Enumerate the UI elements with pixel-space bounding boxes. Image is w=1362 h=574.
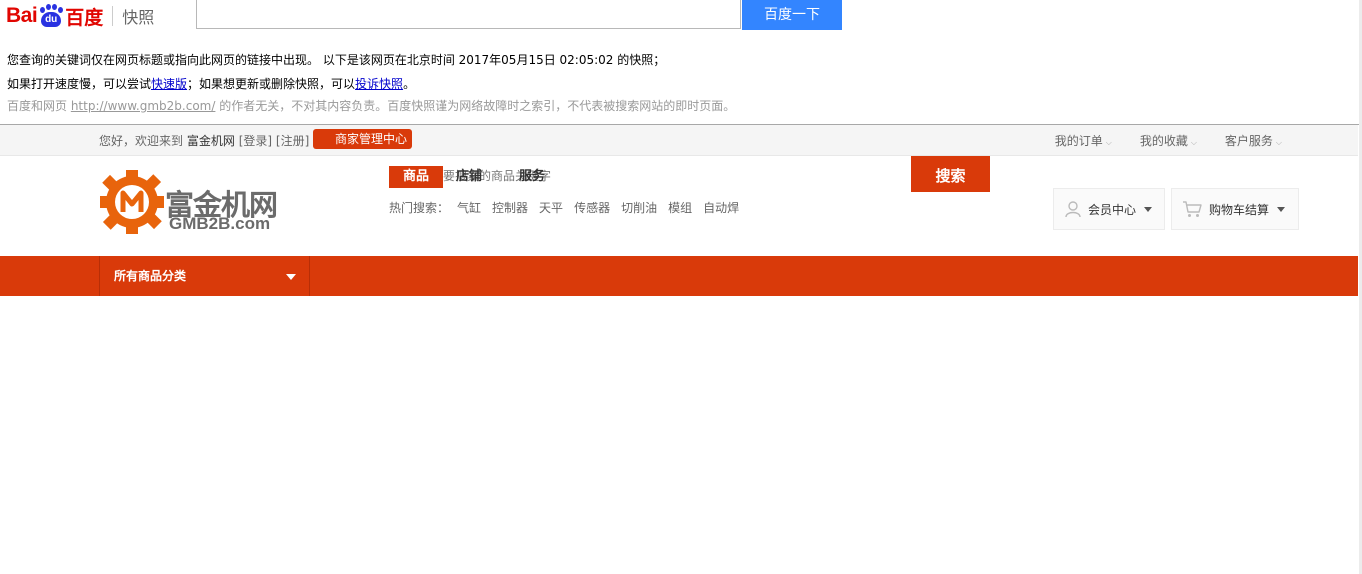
my-orders-label: 我的订单 <box>1054 134 1103 148</box>
complain-snapshot-link[interactable]: 投诉快照 <box>355 77 403 91</box>
baidu-search-input[interactable] <box>196 0 741 29</box>
hot-keyword[interactable]: 传感器 <box>574 199 610 216</box>
baidu-paw-icon: du <box>38 4 64 28</box>
speed-tip-prefix: 如果打开速度慢，可以尝试 <box>7 77 152 91</box>
my-favorites-link[interactable]: 我的收藏 ⌵ <box>1140 132 1197 149</box>
member-center-button[interactable]: 会员中心 <box>1053 188 1165 230</box>
caret-down-icon <box>1277 206 1286 212</box>
snapshot-label: 快照 <box>122 8 155 27</box>
site-topbar: 您好，欢迎来到 富金机网 [登录] [注册] 商家管理中心 我的订单 ⌵ 我的收藏… <box>0 125 1358 156</box>
cart-icon <box>1183 201 1202 217</box>
search-tab-service[interactable]: 服务 <box>519 166 545 188</box>
disclaimer-suffix: 的作者无关，不对其内容负责。百度快照谨为网络故障时之索引，不代表被搜索网站的即时… <box>215 99 736 113</box>
fast-version-link[interactable]: 快速版 <box>151 77 187 91</box>
my-orders-link[interactable]: 我的订单 ⌵ <box>1055 132 1112 149</box>
baidu-logo-text: Bai <box>6 4 38 27</box>
speed-tip-line: 如果打开速度慢，可以尝试快速版；如果想更新或删除快照，可以投诉快照。 <box>7 75 415 92</box>
site-header: 富金机网 GMB2B.com 商品 店铺 服务 搜索 热门搜索： 气缸 控制器 … <box>0 156 1358 256</box>
merchant-center-button[interactable]: 商家管理中心 <box>313 129 412 149</box>
customer-service-label: 客户服务 <box>1224 134 1273 148</box>
search-input[interactable] <box>443 165 911 187</box>
hot-keyword[interactable]: 控制器 <box>492 199 528 216</box>
gear-logo-icon <box>100 170 164 234</box>
hot-keyword[interactable]: 自动焊 <box>703 199 739 216</box>
cart-label: 购物车结算 <box>1209 202 1270 217</box>
welcome-bar: 您好，欢迎来到 富金机网 [登录] [注册] <box>99 132 309 149</box>
caret-down-icon <box>1144 206 1153 212</box>
logo-en-text: GMB2B.com <box>169 214 271 233</box>
hot-search-label: 热门搜索： <box>389 201 450 215</box>
hot-search: 热门搜索： 气缸 控制器 天平 传感器 切削油 模组 自动焊 <box>389 199 739 216</box>
baidu-logo-cn: 百度 <box>65 6 104 29</box>
hot-keyword[interactable]: 模组 <box>668 199 692 216</box>
site-name-link[interactable]: 富金机网 <box>187 134 235 148</box>
caret-down-icon <box>286 274 296 280</box>
chevron-down-icon: ⌵ <box>1105 138 1112 147</box>
member-center-label: 会员中心 <box>1088 202 1137 217</box>
register-link[interactable]: [注册] <box>276 134 309 148</box>
gmb2b-logo[interactable]: 富金机网 GMB2B.com <box>99 166 309 238</box>
chevron-down-icon: ⌵ <box>1275 138 1282 147</box>
all-categories-label: 所有商品分类 <box>114 269 187 283</box>
search-tab-goods[interactable]: 商品 <box>389 166 443 188</box>
greeting-text: 您好，欢迎来到 <box>99 134 184 148</box>
cart-checkout-button[interactable]: 购物车结算 <box>1171 188 1299 230</box>
baidu-snapshot-header: Bai du 百度 快照 百度一下 您查询的关键词仅在网页标题或指向此网页的链接… <box>0 0 1362 124</box>
speed-tip-middle: ；如果想更新或删除快照，可以 <box>187 77 356 91</box>
user-icon <box>1065 201 1081 218</box>
baidu-search-button[interactable]: 百度一下 <box>742 0 842 30</box>
login-link[interactable]: [登录] <box>239 134 272 148</box>
disclaimer-prefix: 百度和网页 <box>7 99 71 113</box>
all-categories-dropdown[interactable]: 所有商品分类 <box>99 256 310 296</box>
chevron-down-icon: ⌵ <box>1190 138 1197 147</box>
hot-keyword[interactable]: 切削油 <box>621 199 657 216</box>
search-button[interactable]: 搜索 <box>911 156 990 192</box>
snapshot-notice-line: 您查询的关键词仅在网页标题或指向此网页的链接中出现。 以下是该网页在北京时间 2… <box>7 53 666 67</box>
disclaimer-line: 百度和网页 http://www.gmb2b.com/ 的作者无关，不对其内容负… <box>7 97 735 114</box>
source-url-link[interactable]: http://www.gmb2b.com/ <box>71 99 216 113</box>
logo-divider <box>112 6 114 26</box>
topbar-right-links: 我的订单 ⌵ 我的收藏 ⌵ 客户服务 ⌵ <box>1055 132 1282 149</box>
hot-keyword[interactable]: 气缸 <box>457 199 481 216</box>
speed-tip-suffix: 。 <box>403 77 416 91</box>
baidu-paw-text: du <box>41 12 62 27</box>
category-nav-bar: 所有商品分类 <box>0 256 1358 296</box>
baidu-logo[interactable]: Bai du 百度 快照 <box>6 3 154 29</box>
hot-keyword[interactable]: 天平 <box>539 199 563 216</box>
search-tab-shop[interactable]: 店铺 <box>456 166 482 188</box>
customer-service-link[interactable]: 客户服务 ⌵ <box>1225 132 1282 149</box>
my-favorites-label: 我的收藏 <box>1139 134 1188 148</box>
